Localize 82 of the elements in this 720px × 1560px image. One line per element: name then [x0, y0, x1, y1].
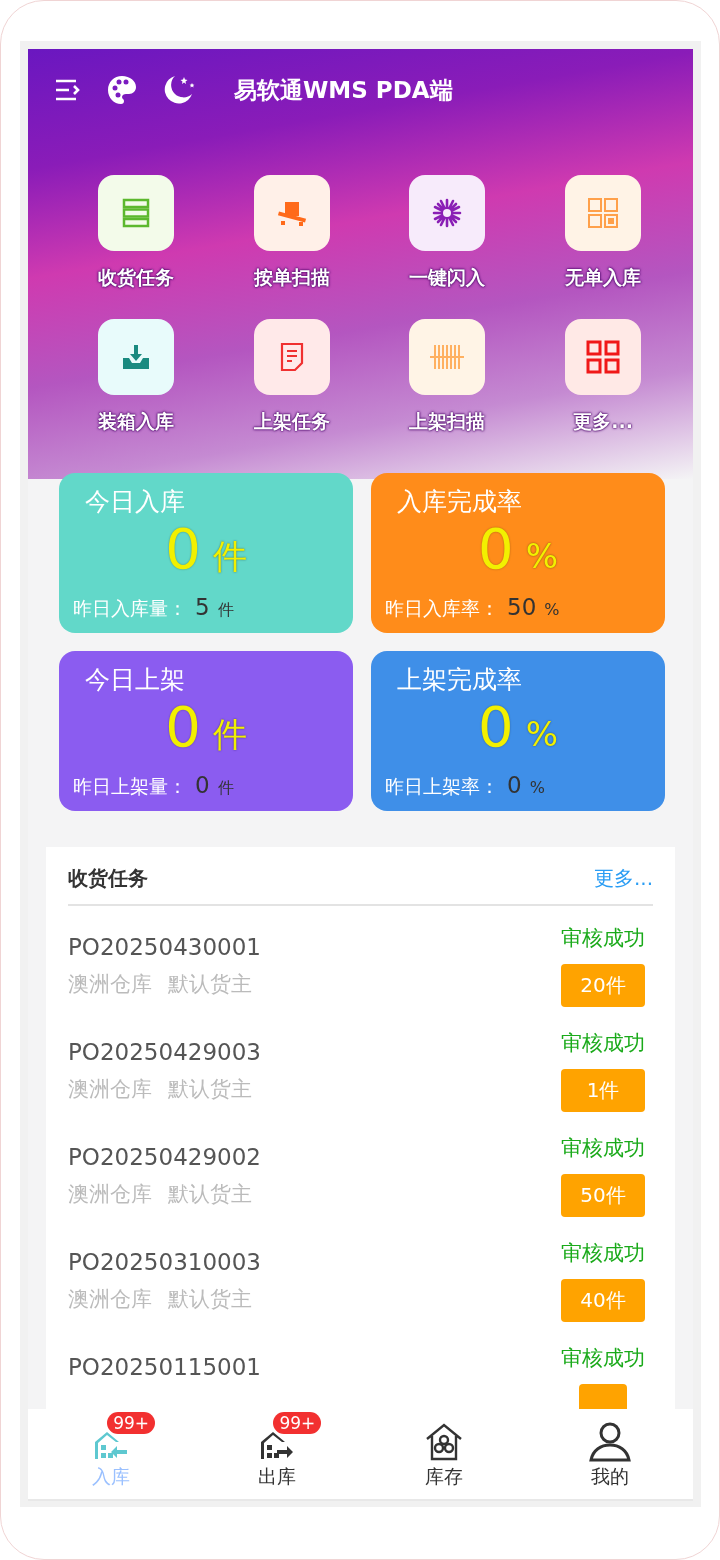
shortcut-tile[interactable]	[565, 175, 642, 251]
shortcut-label[interactable]: 上架扫描	[409, 409, 486, 435]
download-tray-icon	[121, 344, 150, 370]
owner-name: 默认货主	[168, 971, 252, 998]
stat-unit: 件	[212, 713, 247, 756]
shortcut-tile[interactable]	[409, 175, 486, 251]
quantity-badge	[579, 1384, 627, 1409]
stat-sub-label: 昨日入库量：	[73, 596, 187, 621]
shortcut-label[interactable]: 一键闪入	[409, 265, 486, 291]
shortcut-tile[interactable]	[565, 319, 642, 395]
shortcut-tile[interactable]	[97, 319, 174, 395]
order-number[interactable]: PO20250310003	[68, 1249, 261, 1275]
shortcut-label[interactable]: 装箱入库	[97, 409, 174, 435]
quantity-badge: 20件	[561, 964, 645, 1007]
moon-icon[interactable]	[162, 74, 196, 106]
stat-sub-value: 5	[195, 594, 210, 620]
order-number[interactable]: PO20250430001	[68, 934, 261, 960]
more-link[interactable]: 更多...	[593, 865, 653, 892]
app-title: 易软通WMS PDA端	[234, 75, 453, 105]
status-text: 审核成功	[561, 1135, 645, 1162]
stat-sub-unit: 件	[217, 600, 234, 621]
grid-icon	[587, 197, 620, 229]
quantity-badge: 50件	[561, 1174, 645, 1217]
nav-tab[interactable]: 99+ 出库	[194, 1409, 361, 1499]
owner-name: 默认货主	[168, 1286, 252, 1313]
shortcut-label[interactable]: 收货任务	[97, 265, 174, 291]
shortcut-label[interactable]: 上架任务	[253, 409, 330, 435]
order-number[interactable]: PO20250429003	[68, 1039, 261, 1065]
warehouse-name: 澳洲仓库	[68, 1286, 152, 1313]
nav-tab[interactable]: 99+ 入库	[28, 1409, 195, 1499]
section-title: 收货任务	[68, 865, 148, 892]
user-icon	[587, 1422, 632, 1462]
shortcut-tile[interactable]	[253, 319, 330, 395]
stat-title: 上架完成率	[397, 664, 523, 696]
document-icon	[278, 342, 305, 372]
owner-name: 默认货主	[168, 1181, 252, 1208]
stat-title: 今日上架	[85, 664, 186, 696]
stat-unit: %	[525, 714, 558, 754]
status-text: 审核成功	[561, 925, 645, 952]
order-number[interactable]: PO20250115001	[68, 1354, 261, 1380]
barcode-icon	[429, 343, 466, 371]
shortcut-tile[interactable]	[97, 175, 174, 251]
order-number[interactable]: PO20250429002	[68, 1144, 261, 1170]
stat-value: 0	[165, 516, 201, 581]
stat-sub-value: 0	[507, 772, 522, 798]
shortcut-label[interactable]: 无单入库	[565, 265, 642, 291]
status-text: 审核成功	[561, 1240, 645, 1267]
quantity-badge: 40件	[561, 1279, 645, 1322]
warehouse-name: 澳洲仓库	[68, 1076, 152, 1103]
stat-value: 0	[165, 694, 201, 759]
stat-sub-value: 0	[195, 772, 210, 798]
stat-sub-unit: %	[529, 778, 545, 797]
stat-title: 今日入库	[85, 486, 186, 518]
burst-icon	[432, 198, 463, 228]
owner-name: 默认货主	[168, 1076, 252, 1103]
nav-tab[interactable]: 我的	[526, 1409, 693, 1499]
stat-sub-unit: %	[544, 600, 560, 619]
status-text: 审核成功	[561, 1345, 645, 1372]
list-icon	[120, 198, 151, 228]
stat-unit: 件	[212, 535, 247, 578]
shortcut-label[interactable]: 按单扫描	[253, 265, 330, 291]
count-badge: 99+	[107, 1412, 155, 1434]
status-text: 审核成功	[561, 1030, 645, 1057]
stat-sub-value: 50	[507, 594, 537, 620]
stat-value: 0	[478, 516, 514, 581]
quantity-badge: 1件	[561, 1069, 645, 1112]
stat-title: 入库完成率	[397, 486, 523, 518]
nav-tab[interactable]: 库存	[360, 1409, 527, 1499]
stat-sub-label: 昨日上架量：	[73, 774, 187, 799]
stat-unit: %	[525, 536, 558, 576]
warehouse-name: 澳洲仓库	[68, 1181, 152, 1208]
palette-icon[interactable]	[106, 74, 138, 106]
grid-icon	[586, 340, 621, 374]
stat-sub-unit: 件	[217, 778, 234, 799]
count-badge: 99+	[273, 1412, 322, 1434]
warehouse-name: 澳洲仓库	[68, 971, 152, 998]
shortcut-tile[interactable]	[253, 175, 330, 251]
stat-sub-label: 昨日上架率：	[385, 774, 499, 799]
stat-value: 0	[478, 694, 514, 759]
shortcut-tile[interactable]	[409, 319, 486, 395]
menu-icon[interactable]	[54, 78, 82, 102]
stat-sub-label: 昨日入库率：	[385, 596, 499, 621]
